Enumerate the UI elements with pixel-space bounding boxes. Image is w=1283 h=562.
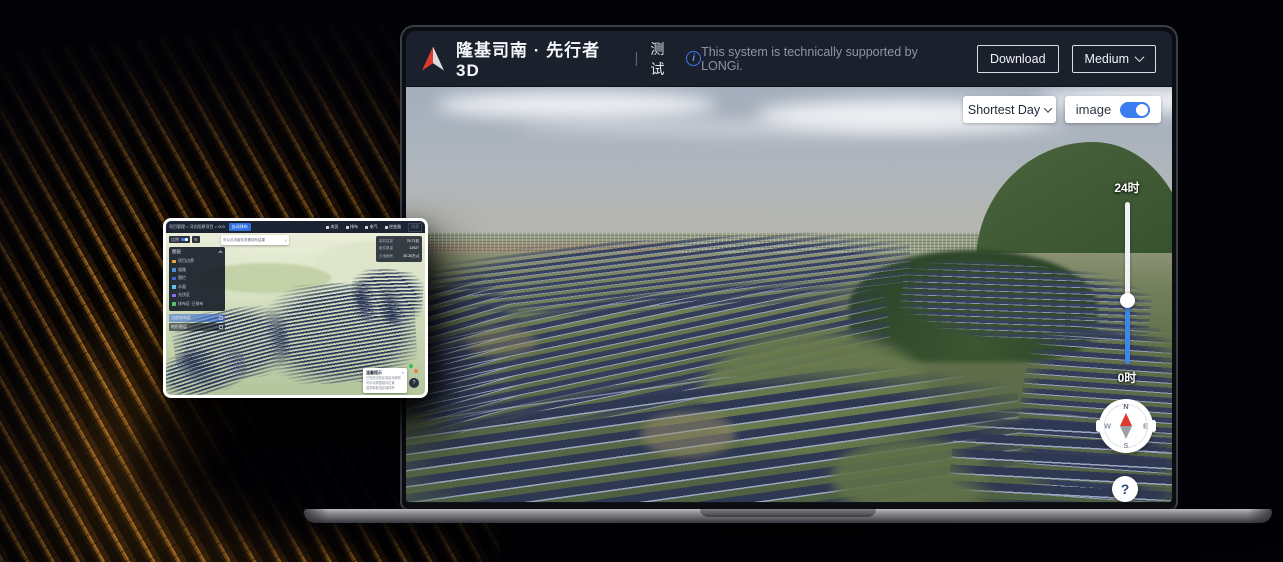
laptop-base-notch	[700, 509, 876, 517]
inset-help-button[interactable]: ?	[409, 378, 419, 388]
image-toggle-label: image	[1076, 102, 1111, 117]
inset-nav-item[interactable]: 逆变器	[385, 224, 402, 230]
inset-primary-button[interactable]: 自动排布	[229, 223, 251, 231]
inset-nav-muted[interactable]: 消息	[408, 223, 422, 232]
stage: 隆基司南 · 先行者3D | 测试 i This system is techn…	[0, 0, 1283, 562]
day-dropdown[interactable]: Shortest Day	[963, 96, 1056, 123]
compass-needle-icon	[1120, 413, 1132, 439]
compass[interactable]: N S W E	[1099, 399, 1153, 453]
cloud	[516, 121, 1076, 135]
inset-nav-item[interactable]: 排布	[346, 224, 359, 230]
map-viewport[interactable]: Shortest Day image 24时 0时	[406, 87, 1172, 502]
dirt-patch	[641, 412, 736, 457]
stat-row: 装机容量78.71兆	[379, 238, 419, 245]
compass-north-label: N	[1123, 402, 1128, 411]
layer-item[interactable]: 道路	[172, 266, 222, 275]
inset-app-header: 项目管理 > 河北阳原项目 > 003 自动排布 成员 排布 电气 逆变器 消息	[166, 221, 425, 233]
inset-scale-toggle[interactable]: 比例	[169, 236, 190, 243]
close-icon[interactable]: ×	[402, 370, 404, 376]
mini-toggle	[181, 238, 188, 242]
inset-tooltip: 可以点击组件查看排布结果 ×	[221, 235, 289, 245]
cloud	[436, 91, 716, 119]
day-dropdown-value: Shortest Day	[968, 103, 1040, 117]
compass-tab-west	[1096, 420, 1101, 432]
toggle-knob	[1136, 104, 1148, 116]
compass-east-label: E	[1143, 422, 1148, 431]
image-toggle-box: image	[1065, 96, 1161, 123]
inset-stats-panel: 装机容量78.71兆 组件数量12927 占地面积25.26万㎡	[376, 236, 422, 262]
chevron-down-icon	[1135, 52, 1145, 62]
toast-line: 或重新框选区域排布	[366, 386, 404, 391]
inset-map-toolbar: 比例 ⚙	[169, 236, 200, 243]
layer-item[interactable]: 水面	[172, 283, 222, 292]
dirt-patch	[466, 327, 536, 357]
inset-nav: 成员 排布 电气 逆变器 消息	[326, 223, 422, 232]
user-icon	[326, 226, 329, 229]
close-icon[interactable]: ×	[284, 238, 287, 243]
chevron-up-icon[interactable]	[218, 250, 222, 254]
inverter-icon	[385, 226, 388, 229]
quality-value: Medium	[1085, 52, 1129, 66]
inset-screen: 项目管理 > 河北阳原项目 > 003 自动排布 成员 排布 电气 逆变器 消息	[166, 221, 425, 395]
layer-color-chip	[172, 302, 176, 306]
title-divider: |	[635, 50, 639, 67]
inset-screenshot: 项目管理 > 河北阳原项目 > 003 自动排布 成员 排布 电气 逆变器 消息	[163, 218, 428, 398]
app-header: 隆基司南 · 先行者3D | 测试 i This system is techn…	[406, 31, 1172, 87]
support-text: This system is technically supported by …	[701, 45, 961, 73]
inset-toast: 温馨提示 × 已完成当前区域自动排布 可手动调整组件位置 或重新框选区域排布	[363, 368, 407, 393]
layout-icon	[346, 226, 349, 229]
layer-panel-title: 图层	[172, 249, 181, 255]
download-label: Download	[990, 52, 1046, 66]
slider-handle[interactable]	[1120, 293, 1135, 308]
layer-color-chip	[172, 277, 176, 281]
stat-row: 组件数量12927	[379, 245, 419, 252]
square-icon	[219, 325, 223, 329]
layer-color-chip	[172, 294, 176, 298]
info-circle-icon[interactable]: i	[686, 51, 701, 66]
time-slider: 24时 0时	[1097, 179, 1157, 386]
image-toggle[interactable]	[1120, 102, 1150, 118]
inset-nav-item[interactable]: 电气	[365, 224, 378, 230]
slider-track[interactable]	[1125, 202, 1130, 364]
inset-panel-field	[349, 267, 425, 327]
compass-tab-east	[1151, 420, 1156, 432]
square-icon	[219, 316, 223, 320]
status-dot-orange	[414, 369, 418, 373]
layer-color-chip	[172, 260, 176, 264]
stat-row: 占地面积25.26万㎡	[379, 253, 419, 260]
layer-item[interactable]: 光伏区	[172, 291, 222, 300]
compass-west-label: W	[1104, 422, 1111, 431]
inset-nav-item[interactable]: 成员	[326, 224, 339, 230]
slider-max-label: 24时	[1097, 179, 1157, 196]
breadcrumb: 项目管理 > 河北阳原项目 > 003	[169, 224, 225, 230]
layer-item[interactable]: 排布区·已排布	[172, 300, 222, 309]
laptop-screen: 隆基司南 · 先行者3D | 测试 i This system is techn…	[400, 25, 1178, 511]
bolt-icon	[365, 226, 368, 229]
download-button[interactable]: Download	[977, 45, 1059, 73]
inset-extra-row[interactable]: 地形图层	[169, 323, 225, 331]
inset-selected-row[interactable]: 当前排布区	[169, 314, 225, 322]
help-button[interactable]: ?	[1112, 476, 1138, 502]
page-title: 隆基司南 · 先行者3D	[456, 36, 623, 81]
inset-layer-panel: 图层 项目边界 道路 围栏 水面 光伏区 排布区·已排布	[169, 247, 225, 311]
layer-color-chip	[172, 285, 176, 289]
screen-content: 隆基司南 · 先行者3D | 测试 i This system is techn…	[406, 31, 1172, 503]
longi-compass-arrow-icon	[422, 47, 444, 71]
slider-min-label: 0时	[1097, 369, 1157, 386]
quality-dropdown[interactable]: Medium	[1072, 45, 1156, 73]
layer-item[interactable]: 项目边界	[172, 257, 222, 266]
layer-color-chip	[172, 268, 176, 272]
layer-item[interactable]: 围栏	[172, 274, 222, 283]
laptop-base	[304, 509, 1272, 523]
chevron-down-icon	[1044, 104, 1052, 112]
env-label: 测试	[650, 39, 678, 79]
compass-south-label: S	[1123, 441, 1128, 450]
gear-icon[interactable]: ⚙	[192, 236, 200, 243]
status-dot-green	[409, 364, 413, 368]
